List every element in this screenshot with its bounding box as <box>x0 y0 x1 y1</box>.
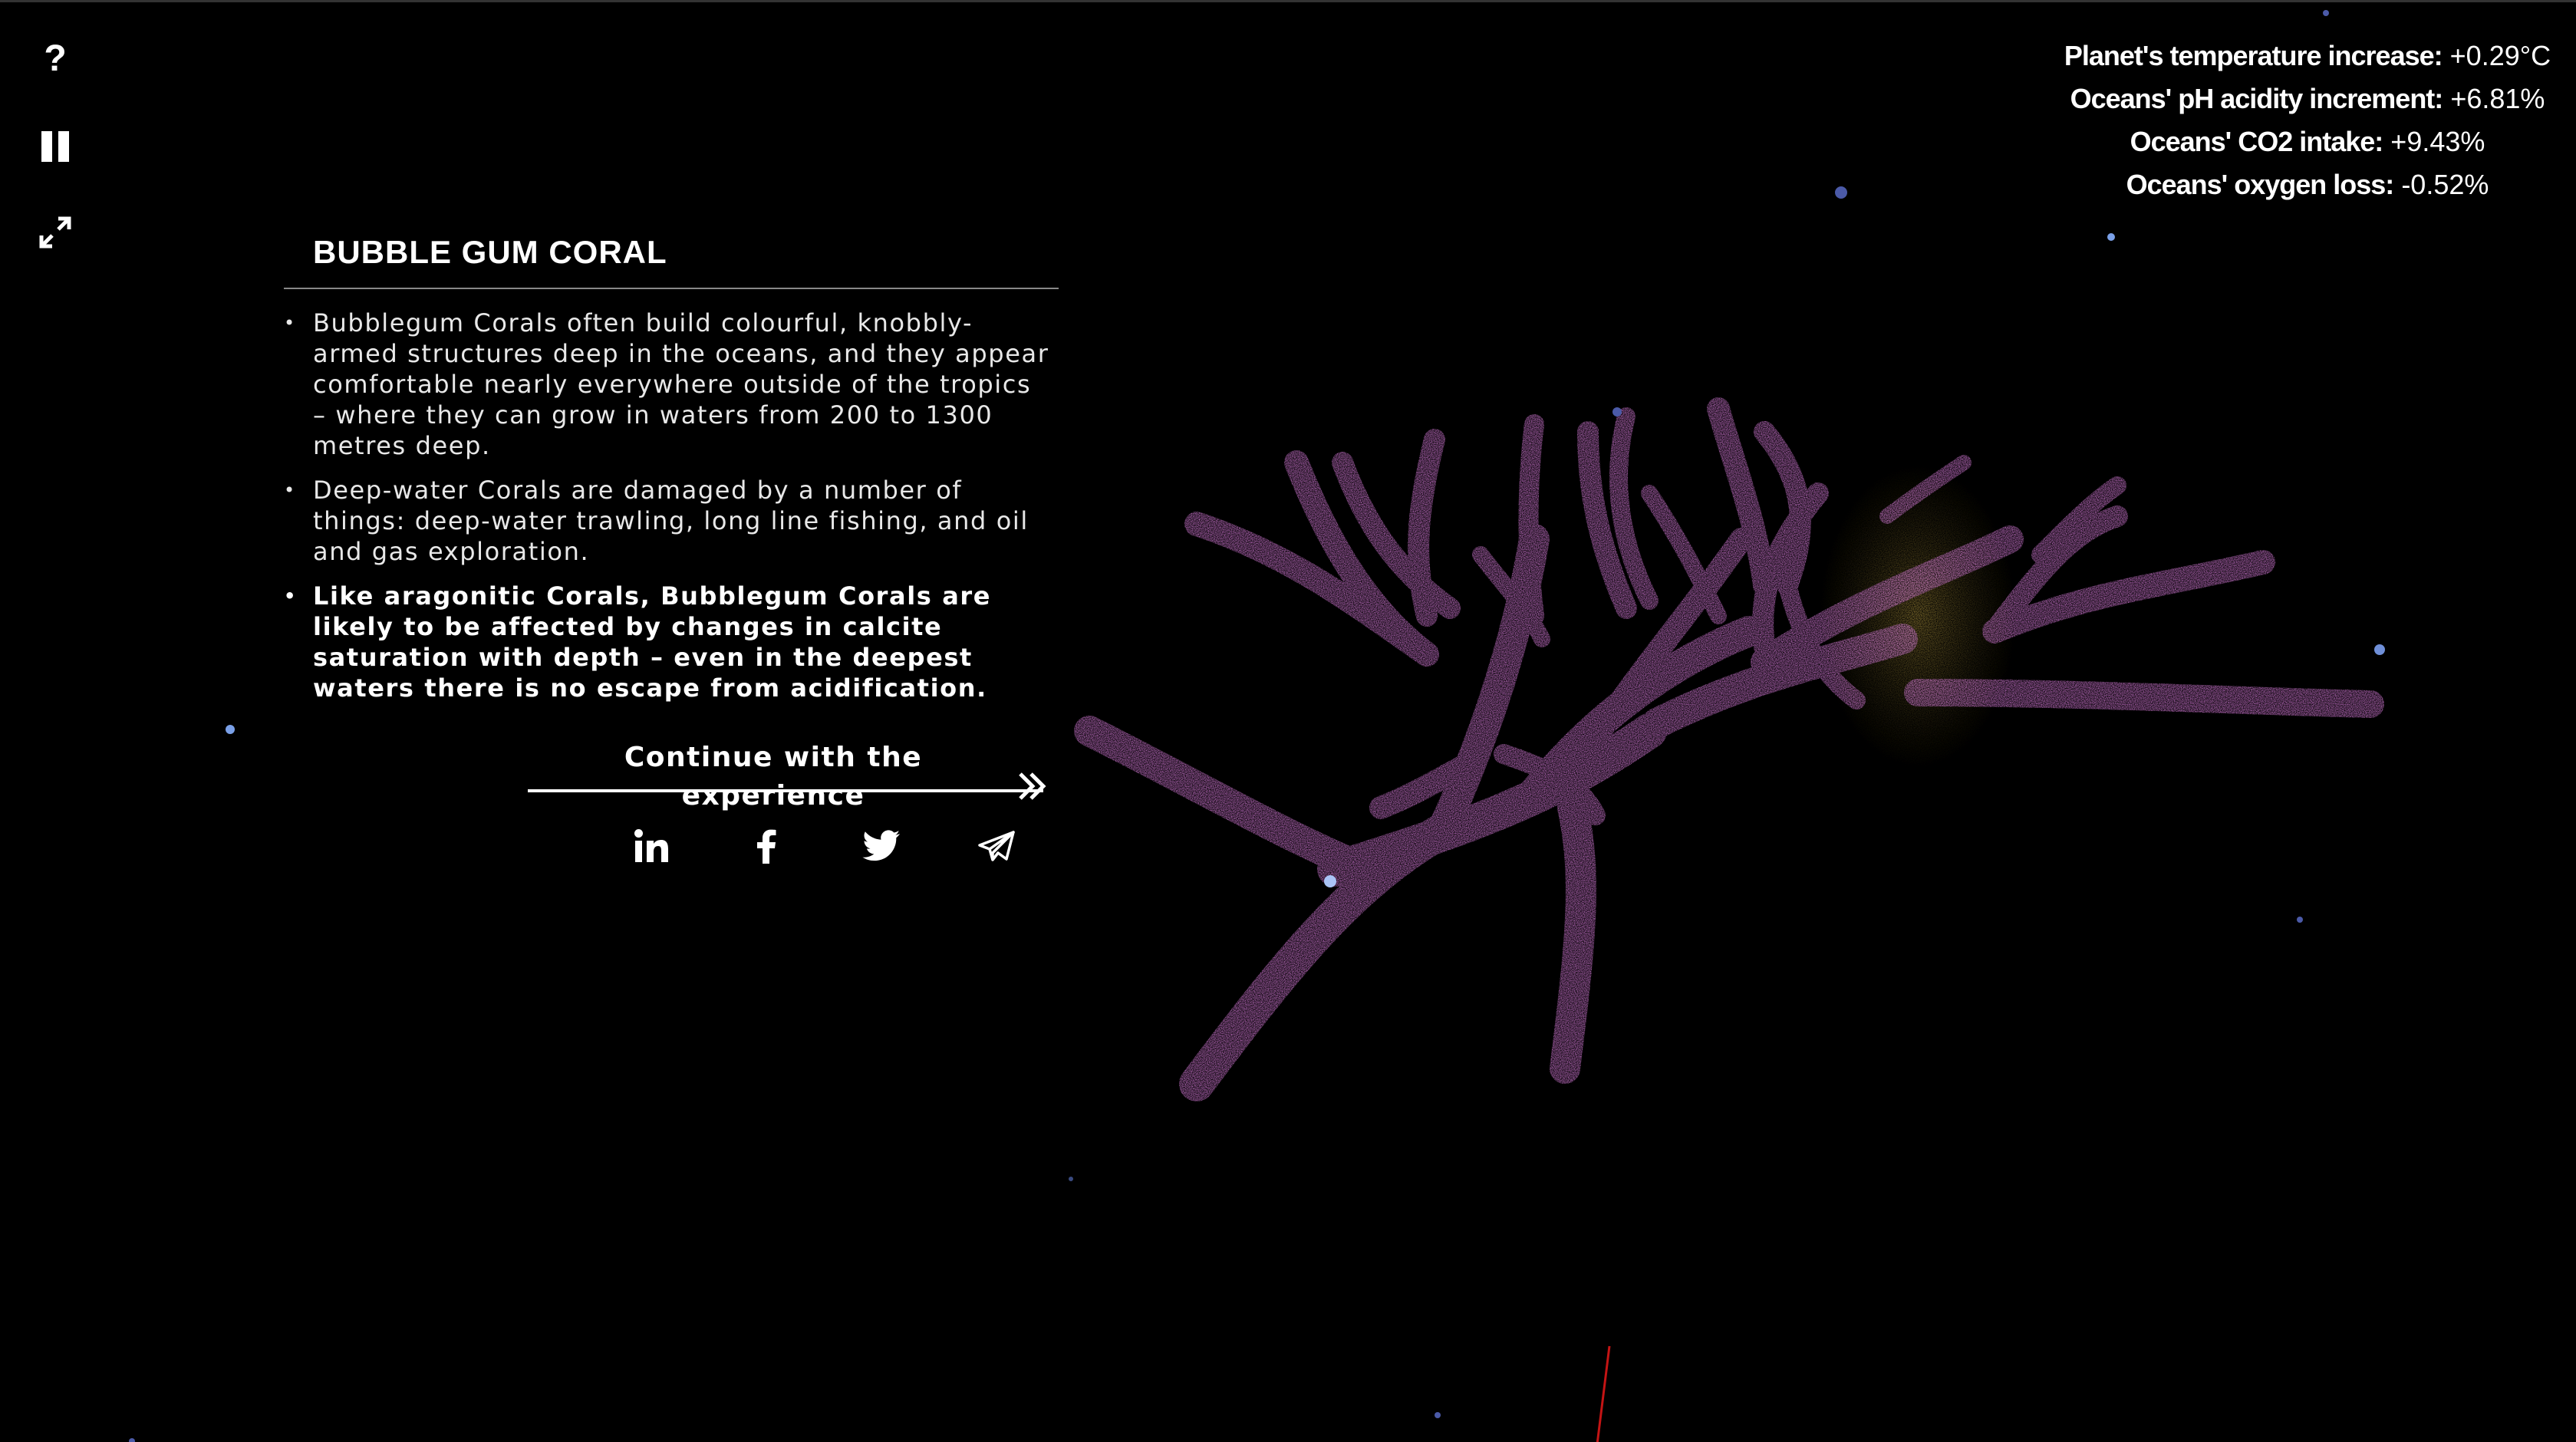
telegram-icon <box>978 831 1015 861</box>
species-facts: Bubblegum Corals often build colourful, … <box>284 308 1059 703</box>
facebook-icon <box>757 829 776 864</box>
fact-item-highlight: Like aragonitic Corals, Bubblegum Corals… <box>284 581 1049 703</box>
fullscreen-button[interactable] <box>34 211 77 254</box>
pause-icon <box>41 131 69 162</box>
climate-stats: Planet's temperature increase: +0.29°C O… <box>2039 35 2576 206</box>
continue-button[interactable]: Continue with the experience <box>528 739 1057 812</box>
double-chevron-right-icon <box>1019 772 1046 800</box>
stat-co2-intake: Oceans' CO2 intake: +9.43% <box>2130 126 2485 157</box>
fact-item: Deep-water Corals are damaged by a numbe… <box>284 475 1049 567</box>
species-info-panel: BUBBLE GUM CORAL Bubblegum Corals often … <box>284 225 1059 864</box>
coral-branches <box>1074 397 2384 1101</box>
twitter-icon <box>862 830 900 861</box>
experience-canvas[interactable]: ? Planet's temperature increase: +0.29°C… <box>0 0 2576 1442</box>
share-buttons <box>621 823 1026 869</box>
coral-visual <box>129 10 2385 1442</box>
red-thread <box>1596 1345 1611 1442</box>
help-icon: ? <box>44 38 67 79</box>
share-twitter-button[interactable] <box>852 823 911 869</box>
expand-icon <box>39 216 71 249</box>
stat-temperature: Planet's temperature increase: +0.29°C <box>2064 40 2551 71</box>
continue-label: Continue with the experience <box>624 742 923 812</box>
stat-oxygen-loss: Oceans' oxygen loss: -0.52% <box>2126 169 2489 200</box>
help-button[interactable]: ? <box>34 38 77 81</box>
stat-ph-acidity: Oceans' pH acidity increment: +6.81% <box>2070 83 2545 114</box>
species-title: BUBBLE GUM CORAL <box>313 234 667 270</box>
share-facebook-button[interactable] <box>736 823 796 869</box>
fact-item: Bubblegum Corals often build colourful, … <box>284 308 1049 461</box>
share-linkedin-button[interactable] <box>621 823 681 869</box>
share-telegram-button[interactable] <box>967 823 1026 869</box>
continue-underline <box>528 789 1043 792</box>
linkedin-icon <box>634 829 668 862</box>
title-divider <box>284 288 1059 289</box>
pause-button[interactable] <box>34 125 77 168</box>
